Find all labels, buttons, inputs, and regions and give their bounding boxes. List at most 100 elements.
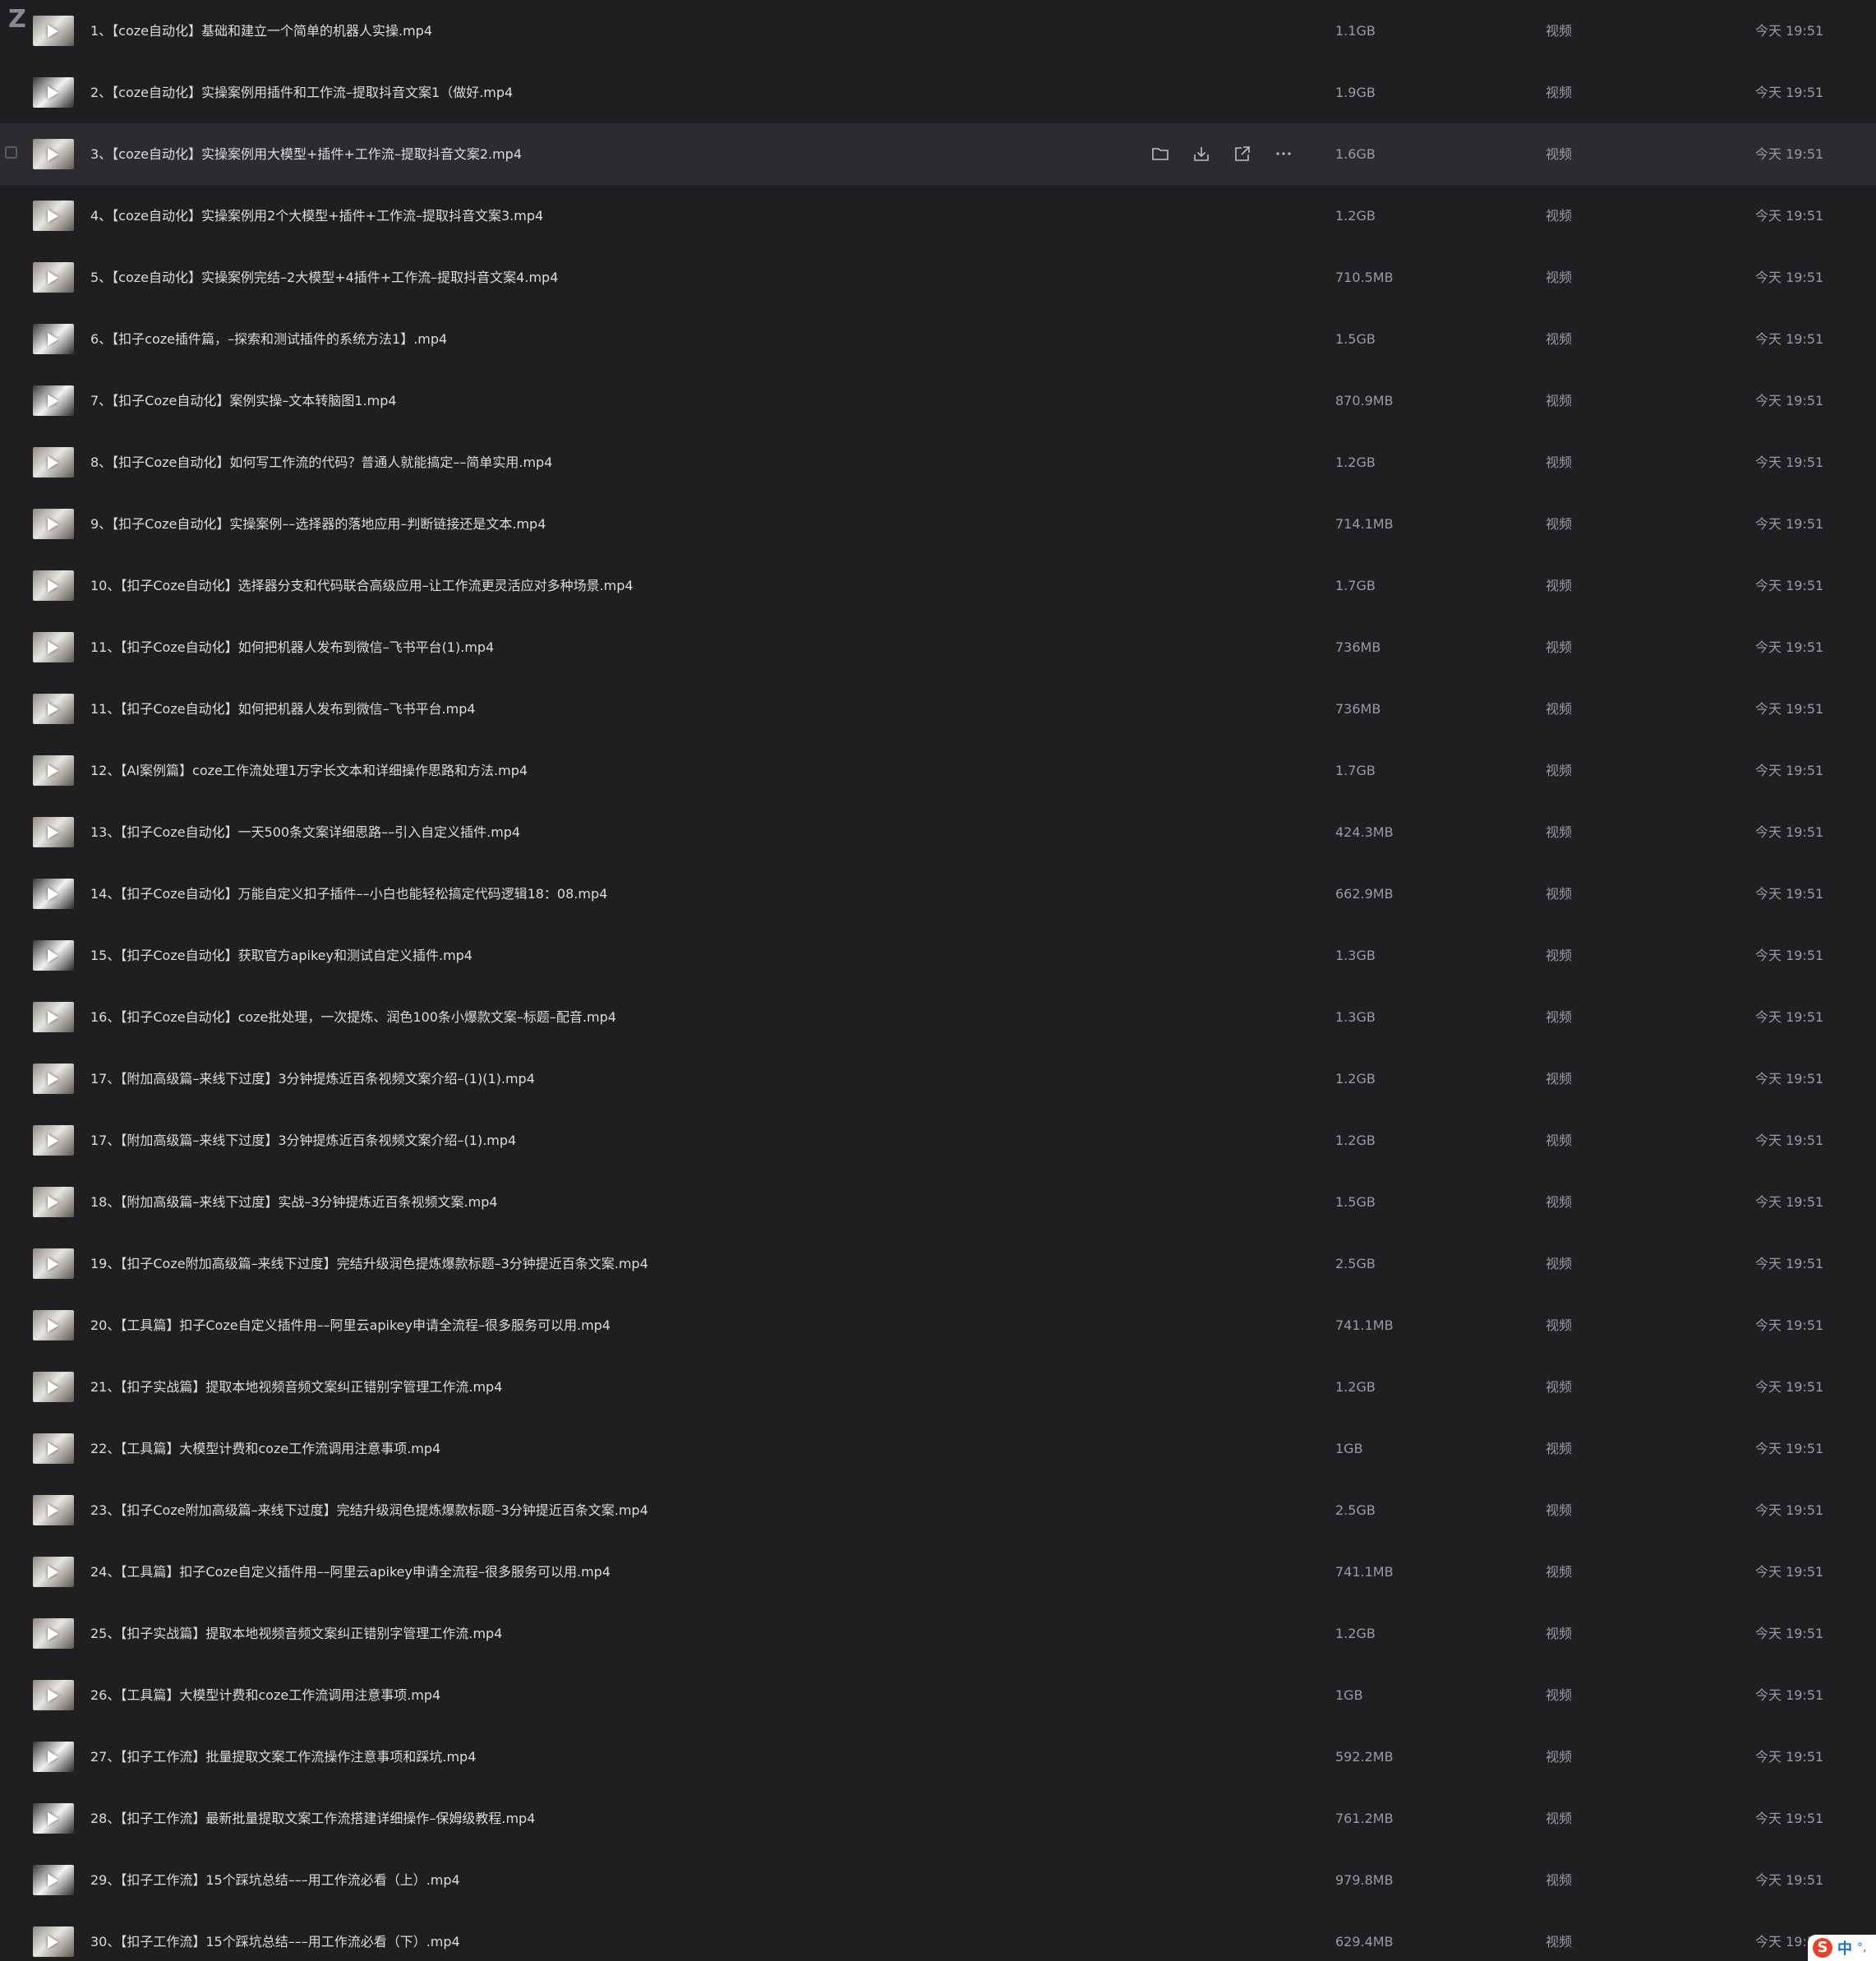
file-row[interactable]: 10、【扣子Coze自动化】选择器分支和代码联合高级应用–让工作流更灵活应对多种… bbox=[0, 555, 1876, 616]
video-thumbnail[interactable] bbox=[33, 1557, 74, 1587]
file-row[interactable]: 23、【扣子Coze附加高级篇–来线下过度】完结升级润色提炼爆款标题–3分钟提近… bbox=[0, 1479, 1876, 1541]
file-row[interactable]: 2、【coze自动化】实操案例用插件和工作流–提取抖音文案1（做好.mp4 1.9… bbox=[0, 62, 1876, 123]
ime-punctuation-indicator[interactable]: °, bbox=[1857, 1941, 1866, 1954]
video-thumbnail[interactable] bbox=[33, 385, 74, 416]
file-name[interactable]: 11、【扣子Coze自动化】如何把机器人发布到微信–飞书平台(1).mp4 bbox=[90, 616, 494, 678]
file-name[interactable]: 17、【附加高级篇–来线下过度】3分钟提炼近百条视频文案介绍–(1)(1).mp… bbox=[90, 1048, 535, 1110]
file-row[interactable]: 30、【扣子工作流】15个踩坑总结–––用工作流必看（下）.mp4 629.4MB… bbox=[0, 1911, 1876, 1961]
file-row[interactable]: 14、【扣子Coze自动化】万能自定义扣子插件––小白也能轻松搞定代码逻辑18：… bbox=[0, 863, 1876, 925]
file-row[interactable]: 18、【附加高级篇–来线下过度】实战–3分钟提炼近百条视频文案.mp4 1.5GB… bbox=[0, 1171, 1876, 1233]
file-row[interactable]: 11、【扣子Coze自动化】如何把机器人发布到微信–飞书平台(1).mp4 736… bbox=[0, 616, 1876, 678]
file-name[interactable]: 22、【工具篇】大模型计费和coze工作流调用注意事项.mp4 bbox=[90, 1418, 440, 1479]
download-icon[interactable] bbox=[1187, 140, 1215, 168]
file-name[interactable]: 29、【扣子工作流】15个踩坑总结–––用工作流必看（上）.mp4 bbox=[90, 1849, 460, 1911]
file-row[interactable]: 13、【扣子Coze自动化】一天500条文案详细思路––引入自定义插件.mp4 4… bbox=[0, 801, 1876, 863]
share-icon[interactable] bbox=[1228, 140, 1256, 168]
file-row[interactable]: 12、【AI案例篇】coze工作流处理1万字长文本和详细操作思路和方法.mp4 1… bbox=[0, 740, 1876, 801]
file-name[interactable]: 26、【工具篇】大模型计费和coze工作流调用注意事项.mp4 bbox=[90, 1664, 440, 1726]
file-row[interactable]: 26、【工具篇】大模型计费和coze工作流调用注意事项.mp4 1GB 视频 今天 1… bbox=[0, 1664, 1876, 1726]
file-name[interactable]: 19、【扣子Coze附加高级篇–来线下过度】完结升级润色提炼爆款标题–3分钟提近… bbox=[90, 1233, 648, 1294]
video-thumbnail[interactable] bbox=[33, 447, 74, 478]
file-name[interactable]: 30、【扣子工作流】15个踩坑总结–––用工作流必看（下）.mp4 bbox=[90, 1911, 460, 1961]
video-thumbnail[interactable] bbox=[33, 1926, 74, 1957]
file-row[interactable]: 6、【扣子coze插件篇，–探索和测试插件的系统方法1】.mp4 1.5GB 视频 今… bbox=[0, 308, 1876, 370]
video-thumbnail[interactable] bbox=[33, 1742, 74, 1772]
video-thumbnail[interactable] bbox=[33, 632, 74, 662]
file-name[interactable]: 3、【coze自动化】实操案例用大模型+插件+工作流–提取抖音文案2.mp4 bbox=[90, 123, 522, 185]
file-row[interactable]: 29、【扣子工作流】15个踩坑总结–––用工作流必看（上）.mp4 979.8MB… bbox=[0, 1849, 1876, 1911]
file-row[interactable]: 28、【扣子工作流】最新批量提取文案工作流搭建详细操作–保姆级教程.mp4 761… bbox=[0, 1788, 1876, 1849]
file-row[interactable]: 7、【扣子Coze自动化】案例实操–文本转脑图1.mp4 870.9MB 视频 今天 … bbox=[0, 370, 1876, 431]
file-row[interactable]: 15、【扣子Coze自动化】获取官方apikey和测试自定义插件.mp4 1.3G… bbox=[0, 925, 1876, 986]
video-thumbnail[interactable] bbox=[33, 324, 74, 354]
file-name[interactable]: 14、【扣子Coze自动化】万能自定义扣子插件––小白也能轻松搞定代码逻辑18：… bbox=[90, 863, 607, 925]
ime-mode-indicator[interactable]: 中 bbox=[1837, 1937, 1852, 1959]
video-thumbnail[interactable] bbox=[33, 16, 74, 46]
file-row[interactable]: 17、【附加高级篇–来线下过度】3分钟提炼近百条视频文案介绍–(1).mp4 1.… bbox=[0, 1110, 1876, 1171]
file-name[interactable]: 8、【扣子Coze自动化】如何写工作流的代码？普通人就能搞定––简单实用.mp4 bbox=[90, 431, 552, 493]
file-row[interactable]: 16、【扣子Coze自动化】coze批处理，一次提炼、润色100条小爆款文案–标… bbox=[0, 986, 1876, 1048]
ime-toolbar[interactable]: S 中 °, bbox=[1808, 1935, 1876, 1961]
video-thumbnail[interactable] bbox=[33, 879, 74, 909]
video-thumbnail[interactable] bbox=[33, 1187, 74, 1217]
file-row[interactable]: 11、【扣子Coze自动化】如何把机器人发布到微信–飞书平台.mp4 736MB 视… bbox=[0, 678, 1876, 740]
file-row[interactable]: 3、【coze自动化】实操案例用大模型+插件+工作流–提取抖音文案2.mp4 1.… bbox=[0, 123, 1876, 185]
file-row[interactable]: 4、【coze自动化】实操案例用2个大模型+插件+工作流–提取抖音文案3.mp4… bbox=[0, 185, 1876, 247]
file-row[interactable]: 24、【工具篇】扣子Coze自定义插件用––阿里云apikey申请全流程–很多服… bbox=[0, 1541, 1876, 1603]
file-name[interactable]: 4、【coze自动化】实操案例用2个大模型+插件+工作流–提取抖音文案3.mp4 bbox=[90, 185, 543, 247]
file-name[interactable]: 7、【扣子Coze自动化】案例实操–文本转脑图1.mp4 bbox=[90, 370, 397, 431]
video-thumbnail[interactable] bbox=[33, 77, 74, 108]
file-name[interactable]: 1、【coze自动化】基础和建立一个简单的机器人实操.mp4 bbox=[90, 0, 432, 62]
file-name[interactable]: 16、【扣子Coze自动化】coze批处理，一次提炼、润色100条小爆款文案–标… bbox=[90, 986, 616, 1048]
file-name[interactable]: 17、【附加高级篇–来线下过度】3分钟提炼近百条视频文案介绍–(1).mp4 bbox=[90, 1110, 516, 1171]
more-icon[interactable] bbox=[1270, 140, 1298, 168]
video-thumbnail[interactable] bbox=[33, 1495, 74, 1525]
file-name[interactable]: 23、【扣子Coze附加高级篇–来线下过度】完结升级润色提炼爆款标题–3分钟提近… bbox=[90, 1479, 648, 1541]
video-thumbnail[interactable] bbox=[33, 509, 74, 539]
video-thumbnail[interactable] bbox=[33, 1433, 74, 1464]
row-checkbox[interactable] bbox=[5, 146, 17, 159]
file-row[interactable]: 20、【工具篇】扣子Coze自定义插件用––阿里云apikey申请全流程–很多服… bbox=[0, 1294, 1876, 1356]
video-thumbnail[interactable] bbox=[33, 1618, 74, 1649]
video-thumbnail[interactable] bbox=[33, 755, 74, 786]
video-thumbnail[interactable] bbox=[33, 570, 74, 601]
file-name[interactable]: 25、【扣子实战篇】提取本地视频音频文案纠正错别字管理工作流.mp4 bbox=[90, 1603, 502, 1664]
file-row[interactable]: 8、【扣子Coze自动化】如何写工作流的代码？普通人就能搞定––简单实用.mp4… bbox=[0, 431, 1876, 493]
video-thumbnail[interactable] bbox=[33, 1064, 74, 1094]
video-thumbnail[interactable] bbox=[33, 817, 74, 847]
file-name[interactable]: 5、【coze自动化】实操案例完结–2大模型+4插件+工作流–提取抖音文案4.m… bbox=[90, 247, 558, 308]
video-thumbnail[interactable] bbox=[33, 1248, 74, 1279]
file-name[interactable]: 6、【扣子coze插件篇，–探索和测试插件的系统方法1】.mp4 bbox=[90, 308, 447, 370]
file-row[interactable]: 9、【扣子Coze自动化】实操案例––选择器的落地应用–判断链接还是文本.mp4… bbox=[0, 493, 1876, 555]
file-row[interactable]: 19、【扣子Coze附加高级篇–来线下过度】完结升级润色提炼爆款标题–3分钟提近… bbox=[0, 1233, 1876, 1294]
file-name[interactable]: 18、【附加高级篇–来线下过度】实战–3分钟提炼近百条视频文案.mp4 bbox=[90, 1171, 498, 1233]
video-thumbnail[interactable] bbox=[33, 940, 74, 971]
file-name[interactable]: 21、【扣子实战篇】提取本地视频音频文案纠正错别字管理工作流.mp4 bbox=[90, 1356, 502, 1418]
video-thumbnail[interactable] bbox=[33, 1372, 74, 1402]
file-name[interactable]: 11、【扣子Coze自动化】如何把机器人发布到微信–飞书平台.mp4 bbox=[90, 678, 476, 740]
file-name[interactable]: 13、【扣子Coze自动化】一天500条文案详细思路––引入自定义插件.mp4 bbox=[90, 801, 520, 863]
folder-icon[interactable] bbox=[1146, 140, 1174, 168]
video-thumbnail[interactable] bbox=[33, 1865, 74, 1895]
file-name[interactable]: 9、【扣子Coze自动化】实操案例––选择器的落地应用–判断链接还是文本.mp4 bbox=[90, 493, 546, 555]
video-thumbnail[interactable] bbox=[33, 262, 74, 293]
video-thumbnail[interactable] bbox=[33, 1002, 74, 1032]
file-name[interactable]: 28、【扣子工作流】最新批量提取文案工作流搭建详细操作–保姆级教程.mp4 bbox=[90, 1788, 535, 1849]
video-thumbnail[interactable] bbox=[33, 1680, 74, 1710]
file-name[interactable]: 24、【工具篇】扣子Coze自定义插件用––阿里云apikey申请全流程–很多服… bbox=[90, 1541, 611, 1603]
video-thumbnail[interactable] bbox=[33, 1310, 74, 1340]
file-row[interactable]: 17、【附加高级篇–来线下过度】3分钟提炼近百条视频文案介绍–(1)(1).mp… bbox=[0, 1048, 1876, 1110]
file-row[interactable]: 22、【工具篇】大模型计费和coze工作流调用注意事项.mp4 1GB 视频 今天 1… bbox=[0, 1418, 1876, 1479]
file-name[interactable]: 20、【工具篇】扣子Coze自定义插件用––阿里云apikey申请全流程–很多服… bbox=[90, 1294, 611, 1356]
file-row[interactable]: 5、【coze自动化】实操案例完结–2大模型+4插件+工作流–提取抖音文案4.m… bbox=[0, 247, 1876, 308]
file-name[interactable]: 15、【扣子Coze自动化】获取官方apikey和测试自定义插件.mp4 bbox=[90, 925, 472, 986]
file-name[interactable]: 2、【coze自动化】实操案例用插件和工作流–提取抖音文案1（做好.mp4 bbox=[90, 62, 513, 123]
video-thumbnail[interactable] bbox=[33, 1125, 74, 1156]
file-name[interactable]: 12、【AI案例篇】coze工作流处理1万字长文本和详细操作思路和方法.mp4 bbox=[90, 740, 528, 801]
file-row[interactable]: 1、【coze自动化】基础和建立一个简单的机器人实操.mp4 1.1GB 视频 今天 … bbox=[0, 0, 1876, 62]
file-row[interactable]: 27、【扣子工作流】批量提取文案工作流操作注意事项和踩坑.mp4 592.2MB 视… bbox=[0, 1726, 1876, 1788]
file-row[interactable]: 25、【扣子实战篇】提取本地视频音频文案纠正错别字管理工作流.mp4 1.2GB 视… bbox=[0, 1603, 1876, 1664]
file-row[interactable]: 21、【扣子实战篇】提取本地视频音频文案纠正错别字管理工作流.mp4 1.2GB 视… bbox=[0, 1356, 1876, 1418]
video-thumbnail[interactable] bbox=[33, 139, 74, 169]
file-name[interactable]: 10、【扣子Coze自动化】选择器分支和代码联合高级应用–让工作流更灵活应对多种… bbox=[90, 555, 634, 616]
